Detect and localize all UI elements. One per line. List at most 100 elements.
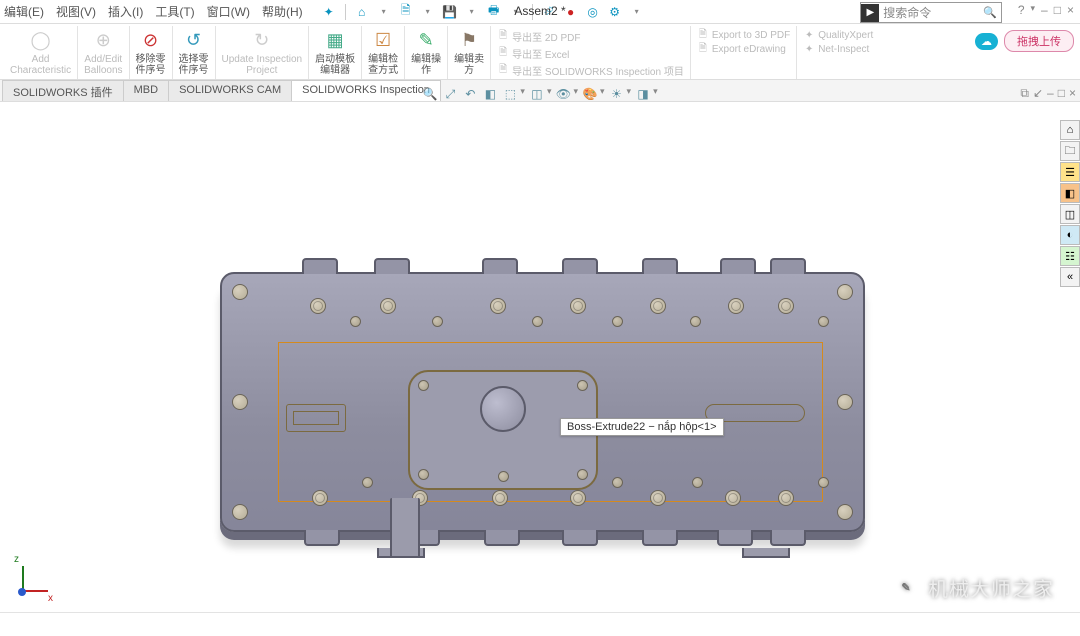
cloud-button[interactable]: ☁ bbox=[975, 33, 998, 50]
display-style-icon[interactable]: ◫ bbox=[529, 86, 545, 102]
menu-tools[interactable]: 工具(T) bbox=[155, 3, 194, 20]
zoom-fit-icon[interactable]: 🔍 bbox=[422, 86, 438, 102]
settings-icon[interactable]: ⚙ bbox=[607, 4, 623, 20]
command-search[interactable]: ▶ 搜索命令 🔍 bbox=[860, 2, 1002, 23]
net-inspect[interactable]: ✦Net-Inspect bbox=[803, 42, 869, 56]
top-flange bbox=[562, 258, 598, 274]
tab-sw-inspection[interactable]: SOLIDWORKS Inspection bbox=[291, 80, 441, 101]
section-view-icon[interactable]: ◧ bbox=[482, 86, 498, 102]
ribbon-label: 选择零 件序号 bbox=[179, 54, 209, 76]
view-settings-icon[interactable]: ◨ bbox=[635, 86, 651, 102]
play-icon[interactable]: ▶ bbox=[861, 4, 879, 22]
ribbon-label: Add/Edit Balloons bbox=[84, 54, 122, 76]
status-bar bbox=[0, 612, 1080, 628]
bolt bbox=[778, 490, 794, 506]
doc-restore-icon[interactable]: ⧉ bbox=[1020, 86, 1029, 101]
slot-feature bbox=[286, 404, 346, 432]
export-excel[interactable]: 🗎导出至 Excel bbox=[497, 45, 569, 62]
command-search-input[interactable]: 搜索命令 bbox=[879, 3, 979, 22]
ribbon-remove-part-num[interactable]: ⊘ 移除零 件序号 bbox=[130, 26, 173, 79]
watermark: ✎ 机械大师之家 bbox=[892, 573, 1054, 602]
task-pane-custom-props[interactable]: ☷ bbox=[1060, 246, 1080, 266]
doc-close-button[interactable]: × bbox=[1069, 86, 1076, 101]
orientation-triad[interactable]: z x bbox=[12, 556, 58, 602]
task-pane-appearances[interactable]: ◐ bbox=[1060, 225, 1080, 245]
tab-sw-cam[interactable]: SOLIDWORKS CAM bbox=[168, 80, 292, 101]
model-assembly[interactable] bbox=[220, 272, 865, 532]
edit-appearance-icon[interactable]: 🎨 bbox=[582, 86, 598, 102]
bolt bbox=[380, 298, 396, 314]
watermark-text: 机械大师之家 bbox=[928, 573, 1054, 602]
balloon-icon: ⊕ bbox=[89, 26, 117, 54]
ribbon-edit-inspection[interactable]: ☑ 编辑检 查方式 bbox=[362, 26, 405, 79]
minimize-button[interactable]: – bbox=[1041, 3, 1048, 17]
new-doc-icon[interactable]: 🗎 bbox=[398, 4, 414, 20]
bolt bbox=[612, 316, 623, 327]
bolt bbox=[725, 490, 741, 506]
ribbon-select-part-num[interactable]: ↺ 选择零 件序号 bbox=[173, 26, 216, 79]
housing-body[interactable] bbox=[220, 272, 865, 532]
menu-window[interactable]: 窗口(W) bbox=[207, 3, 250, 20]
ribbon-add-characteristic[interactable]: ◯ Add Characteristic bbox=[4, 26, 78, 79]
bolt bbox=[232, 284, 248, 300]
task-pane-collapse[interactable]: « bbox=[1060, 267, 1080, 287]
ribbon-export-group-3: ✦QualityXpert ✦Net-Inspect bbox=[797, 26, 879, 79]
bolt bbox=[690, 316, 701, 327]
export-edrawing[interactable]: 🗎Export eDrawing bbox=[697, 42, 786, 56]
doc-window-controls: ⧉ ↙ – □ × bbox=[1020, 86, 1076, 101]
menu-view[interactable]: 视图(V) bbox=[56, 3, 96, 20]
star-icon[interactable]: ✦ bbox=[321, 4, 337, 20]
help-icon[interactable]: ? bbox=[1018, 3, 1025, 17]
bottom-flange bbox=[304, 530, 340, 546]
top-flange bbox=[302, 258, 338, 274]
hide-show-icon[interactable]: 👁 bbox=[555, 86, 571, 102]
tab-sw-addins[interactable]: SOLIDWORKS 插件 bbox=[2, 80, 124, 101]
home-icon[interactable]: ⌂ bbox=[354, 4, 370, 20]
ribbon-label: Update Inspection Project bbox=[222, 54, 303, 76]
task-pane-file-explorer[interactable]: ◧ bbox=[1060, 183, 1080, 203]
task-pane-home[interactable]: ⌂ bbox=[1060, 120, 1080, 140]
tab-mbd[interactable]: MBD bbox=[123, 80, 169, 101]
doc-max-button[interactable]: □ bbox=[1058, 86, 1065, 101]
close-button[interactable]: × bbox=[1067, 3, 1074, 17]
ribbon-edit-vendor[interactable]: ⚑ 编辑卖 方 bbox=[448, 26, 491, 79]
qualityxpert[interactable]: ✦QualityXpert bbox=[803, 28, 873, 42]
prev-view-icon[interactable]: ↶ bbox=[462, 86, 478, 102]
export-sw-inspection[interactable]: 🗎导出至 SOLIDWORKS Inspection 项目 bbox=[497, 62, 684, 79]
ribbon-add-edit-balloons[interactable]: ⊕ Add/Edit Balloons bbox=[78, 26, 129, 79]
doc-minimize-icon[interactable]: ↙ bbox=[1033, 86, 1043, 101]
task-pane-design-library[interactable]: ☰ bbox=[1060, 162, 1080, 182]
target-icon[interactable]: ◎ bbox=[585, 4, 601, 20]
menu-help[interactable]: 帮助(H) bbox=[262, 3, 303, 20]
search-icon[interactable]: 🔍 bbox=[979, 6, 1001, 19]
heads-up-view-toolbar: 🔍 ⤢ ↶ ◧ ⬚▾ ◫▾ 👁▾ 🎨▾ ☀▾ ◨▾ bbox=[422, 86, 657, 102]
bolt bbox=[418, 469, 429, 480]
select-balloon-icon: ↺ bbox=[180, 26, 208, 54]
bolt bbox=[492, 490, 508, 506]
ribbon-label: 编辑检 查方式 bbox=[368, 54, 398, 76]
print-icon[interactable]: 🖶 bbox=[486, 4, 502, 20]
ribbon-label: Add Characteristic bbox=[10, 54, 71, 76]
export-2d-pdf[interactable]: 🗎导出至 2D PDF bbox=[497, 28, 580, 45]
apply-scene-icon[interactable]: ☀ bbox=[609, 86, 625, 102]
save-icon[interactable]: 💾 bbox=[442, 4, 458, 20]
doc-min-button[interactable]: – bbox=[1047, 86, 1054, 101]
maximize-button[interactable]: □ bbox=[1054, 3, 1061, 17]
watermark-icon: ✎ bbox=[892, 574, 920, 602]
bolt bbox=[310, 298, 326, 314]
menu-edit[interactable]: 编辑(E) bbox=[4, 3, 44, 20]
ribbon-template-editor[interactable]: ▦ 启动模板 编辑器 bbox=[309, 26, 362, 79]
graphics-area[interactable]: Boss-Extrude22 − nắp hộp<1> bbox=[0, 102, 1080, 620]
bolt bbox=[612, 477, 623, 488]
zoom-area-icon[interactable]: ⤢ bbox=[442, 86, 458, 102]
characteristic-icon: ◯ bbox=[27, 26, 55, 54]
task-pane-view-palette[interactable]: ◫ bbox=[1060, 204, 1080, 224]
menu-insert[interactable]: 插入(I) bbox=[108, 3, 143, 20]
bolt bbox=[232, 394, 248, 410]
upload-button[interactable]: 拖拽上传 bbox=[1004, 30, 1074, 52]
view-orient-icon[interactable]: ⬚ bbox=[502, 86, 518, 102]
task-pane-resources[interactable]: 🗀 bbox=[1060, 141, 1080, 161]
ribbon-update-inspection[interactable]: ↻ Update Inspection Project bbox=[216, 26, 310, 79]
export-3d-pdf[interactable]: 🗎Export to 3D PDF bbox=[697, 28, 790, 42]
ribbon-edit-operation[interactable]: ✎ 编辑操 作 bbox=[405, 26, 448, 79]
